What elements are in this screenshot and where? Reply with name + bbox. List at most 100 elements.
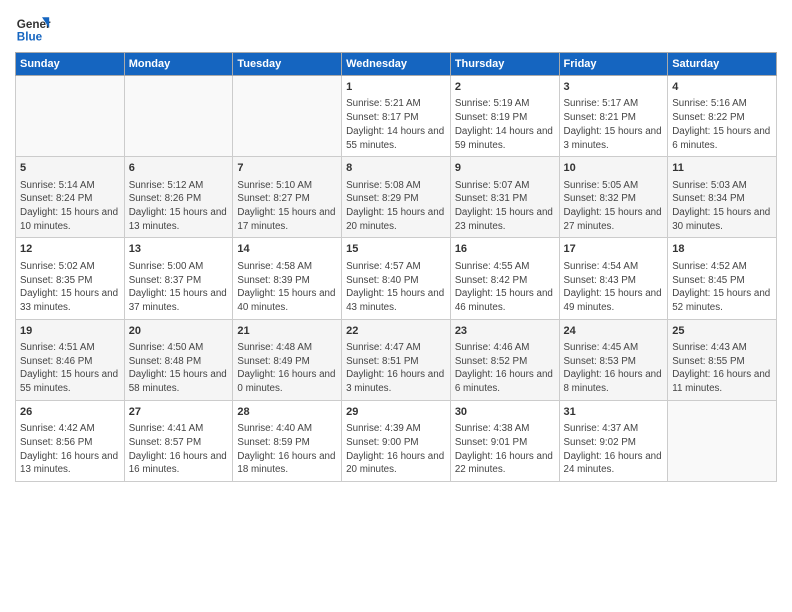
day-header-wednesday: Wednesday [342,53,451,76]
calendar-cell: 7 Sunrise: 5:10 AM Sunset: 8:27 PM Daylig… [233,157,342,238]
calendar-cell: 12 Sunrise: 5:02 AM Sunset: 8:35 PM Dayli… [16,238,125,319]
cell-details: Sunrise: 4:58 AM Sunset: 8:39 PM Dayligh… [237,260,337,315]
day-number: 10 [564,161,664,176]
calendar-cell: 31 Sunrise: 4:37 AM Sunset: 9:02 PM Dayli… [559,400,668,481]
cell-details: Sunrise: 4:42 AM Sunset: 8:56 PM Dayligh… [20,422,120,477]
calendar-cell: 26Sunrise: 4:42 AM Sunset: 8:56 PM Dayli… [16,400,125,481]
cell-details: Sunrise: 5:05 AM Sunset: 8:32 PM Dayligh… [564,179,664,234]
cell-details: Sunrise: 5:00 AM Sunset: 8:37 PM Dayligh… [129,260,229,315]
day-number: 28 [237,405,337,420]
cell-details: Sunrise: 5:08 AM Sunset: 8:29 PM Dayligh… [346,179,446,234]
cell-details: Sunrise: 4:48 AM Sunset: 8:49 PM Dayligh… [237,341,337,396]
day-number: 29 [346,405,446,420]
calendar-cell: 20 Sunrise: 4:50 AM Sunset: 8:48 PM Dayli… [124,319,233,400]
logo: General Blue [15,10,51,46]
day-number: 31 [564,405,664,420]
cell-details: Sunrise: 4:55 AM Sunset: 8:42 PM Dayligh… [455,260,555,315]
day-number: 19 [20,324,120,339]
day-number: 13 [129,242,229,257]
day-header-monday: Monday [124,53,233,76]
day-number: 23 [455,324,555,339]
calendar-week-row: 19Sunrise: 4:51 AM Sunset: 8:46 PM Dayli… [16,319,777,400]
calendar-cell: 29Sunrise: 4:39 AM Sunset: 9:00 PM Dayli… [342,400,451,481]
cell-details: Sunrise: 5:21 AM Sunset: 8:17 PM Dayligh… [346,97,446,152]
calendar-cell: 5 Sunrise: 5:14 AM Sunset: 8:24 PM Daylig… [16,157,125,238]
day-number: 17 [564,242,664,257]
calendar-week-row: 26Sunrise: 4:42 AM Sunset: 8:56 PM Dayli… [16,400,777,481]
calendar-cell: 27Sunrise: 4:41 AM Sunset: 8:57 PM Dayli… [124,400,233,481]
calendar-cell: 15 Sunrise: 4:57 AM Sunset: 8:40 PM Dayli… [342,238,451,319]
cell-details: Sunrise: 5:07 AM Sunset: 8:31 PM Dayligh… [455,179,555,234]
svg-text:Blue: Blue [17,31,43,44]
calendar-cell: 10 Sunrise: 5:05 AM Sunset: 8:32 PM Dayli… [559,157,668,238]
day-number: 8 [346,161,446,176]
cell-details: Sunrise: 5:16 AM Sunset: 8:22 PM Dayligh… [672,97,772,152]
calendar-cell: 14 Sunrise: 4:58 AM Sunset: 8:39 PM Dayli… [233,238,342,319]
day-number: 3 [564,80,664,95]
cell-details: Sunrise: 4:43 AM Sunset: 8:55 PM Dayligh… [672,341,772,396]
day-header-sunday: Sunday [16,53,125,76]
day-number: 24 [564,324,664,339]
day-number: 14 [237,242,337,257]
calendar-cell: 19Sunrise: 4:51 AM Sunset: 8:46 PM Dayli… [16,319,125,400]
day-number: 15 [346,242,446,257]
calendar-cell [124,76,233,157]
calendar-cell: 23 Sunrise: 4:46 AM Sunset: 8:52 PM Dayli… [450,319,559,400]
day-number: 2 [455,80,555,95]
logo-icon: General Blue [15,10,51,46]
cell-details: Sunrise: 5:14 AM Sunset: 8:24 PM Dayligh… [20,179,120,234]
day-number: 6 [129,161,229,176]
calendar-week-row: 12 Sunrise: 5:02 AM Sunset: 8:35 PM Dayli… [16,238,777,319]
calendar-cell: 21 Sunrise: 4:48 AM Sunset: 8:49 PM Dayli… [233,319,342,400]
day-number: 5 [20,161,120,176]
day-header-saturday: Saturday [668,53,777,76]
calendar-cell: 6Sunrise: 5:12 AM Sunset: 8:26 PM Daylig… [124,157,233,238]
cell-details: Sunrise: 5:10 AM Sunset: 8:27 PM Dayligh… [237,179,337,234]
day-number: 12 [20,242,120,257]
calendar-body: 1 Sunrise: 5:21 AM Sunset: 8:17 PM Daylig… [16,76,777,482]
day-number: 30 [455,405,555,420]
calendar-cell [233,76,342,157]
cell-details: Sunrise: 4:38 AM Sunset: 9:01 PM Dayligh… [455,422,555,477]
cell-details: Sunrise: 4:50 AM Sunset: 8:48 PM Dayligh… [129,341,229,396]
page-header: General Blue [15,10,777,46]
calendar-cell: 11 Sunrise: 5:03 AM Sunset: 8:34 PM Dayli… [668,157,777,238]
day-number: 16 [455,242,555,257]
calendar-cell: 22 Sunrise: 4:47 AM Sunset: 8:51 PM Dayli… [342,319,451,400]
calendar-cell: 4Sunrise: 5:16 AM Sunset: 8:22 PM Daylig… [668,76,777,157]
calendar-table: SundayMondayTuesdayWednesdayThursdayFrid… [15,52,777,482]
calendar-cell: 13 Sunrise: 5:00 AM Sunset: 8:37 PM Dayli… [124,238,233,319]
day-number: 7 [237,161,337,176]
cell-details: Sunrise: 5:02 AM Sunset: 8:35 PM Dayligh… [20,260,120,315]
cell-details: Sunrise: 4:57 AM Sunset: 8:40 PM Dayligh… [346,260,446,315]
calendar-cell: 1 Sunrise: 5:21 AM Sunset: 8:17 PM Daylig… [342,76,451,157]
cell-details: Sunrise: 4:40 AM Sunset: 8:59 PM Dayligh… [237,422,337,477]
day-header-thursday: Thursday [450,53,559,76]
calendar-cell: 2 Sunrise: 5:19 AM Sunset: 8:19 PM Daylig… [450,76,559,157]
calendar-cell [668,400,777,481]
day-number: 20 [129,324,229,339]
day-number: 1 [346,80,446,95]
calendar-cell: 18Sunrise: 4:52 AM Sunset: 8:45 PM Dayli… [668,238,777,319]
calendar-cell: 25Sunrise: 4:43 AM Sunset: 8:55 PM Dayli… [668,319,777,400]
cell-details: Sunrise: 5:17 AM Sunset: 8:21 PM Dayligh… [564,97,664,152]
cell-details: Sunrise: 4:45 AM Sunset: 8:53 PM Dayligh… [564,341,664,396]
cell-details: Sunrise: 5:03 AM Sunset: 8:34 PM Dayligh… [672,179,772,234]
cell-details: Sunrise: 4:47 AM Sunset: 8:51 PM Dayligh… [346,341,446,396]
day-number: 22 [346,324,446,339]
cell-details: Sunrise: 4:46 AM Sunset: 8:52 PM Dayligh… [455,341,555,396]
day-number: 9 [455,161,555,176]
calendar-cell [16,76,125,157]
day-number: 21 [237,324,337,339]
calendar-cell: 24 Sunrise: 4:45 AM Sunset: 8:53 PM Dayli… [559,319,668,400]
calendar-cell: 28 Sunrise: 4:40 AM Sunset: 8:59 PM Dayli… [233,400,342,481]
day-header-friday: Friday [559,53,668,76]
cell-details: Sunrise: 5:19 AM Sunset: 8:19 PM Dayligh… [455,97,555,152]
calendar-cell: 8 Sunrise: 5:08 AM Sunset: 8:29 PM Daylig… [342,157,451,238]
cell-details: Sunrise: 4:37 AM Sunset: 9:02 PM Dayligh… [564,422,664,477]
calendar-week-row: 5 Sunrise: 5:14 AM Sunset: 8:24 PM Daylig… [16,157,777,238]
calendar-cell: 30 Sunrise: 4:38 AM Sunset: 9:01 PM Dayli… [450,400,559,481]
calendar-cell: 3 Sunrise: 5:17 AM Sunset: 8:21 PM Daylig… [559,76,668,157]
day-number: 18 [672,242,772,257]
day-number: 11 [672,161,772,176]
